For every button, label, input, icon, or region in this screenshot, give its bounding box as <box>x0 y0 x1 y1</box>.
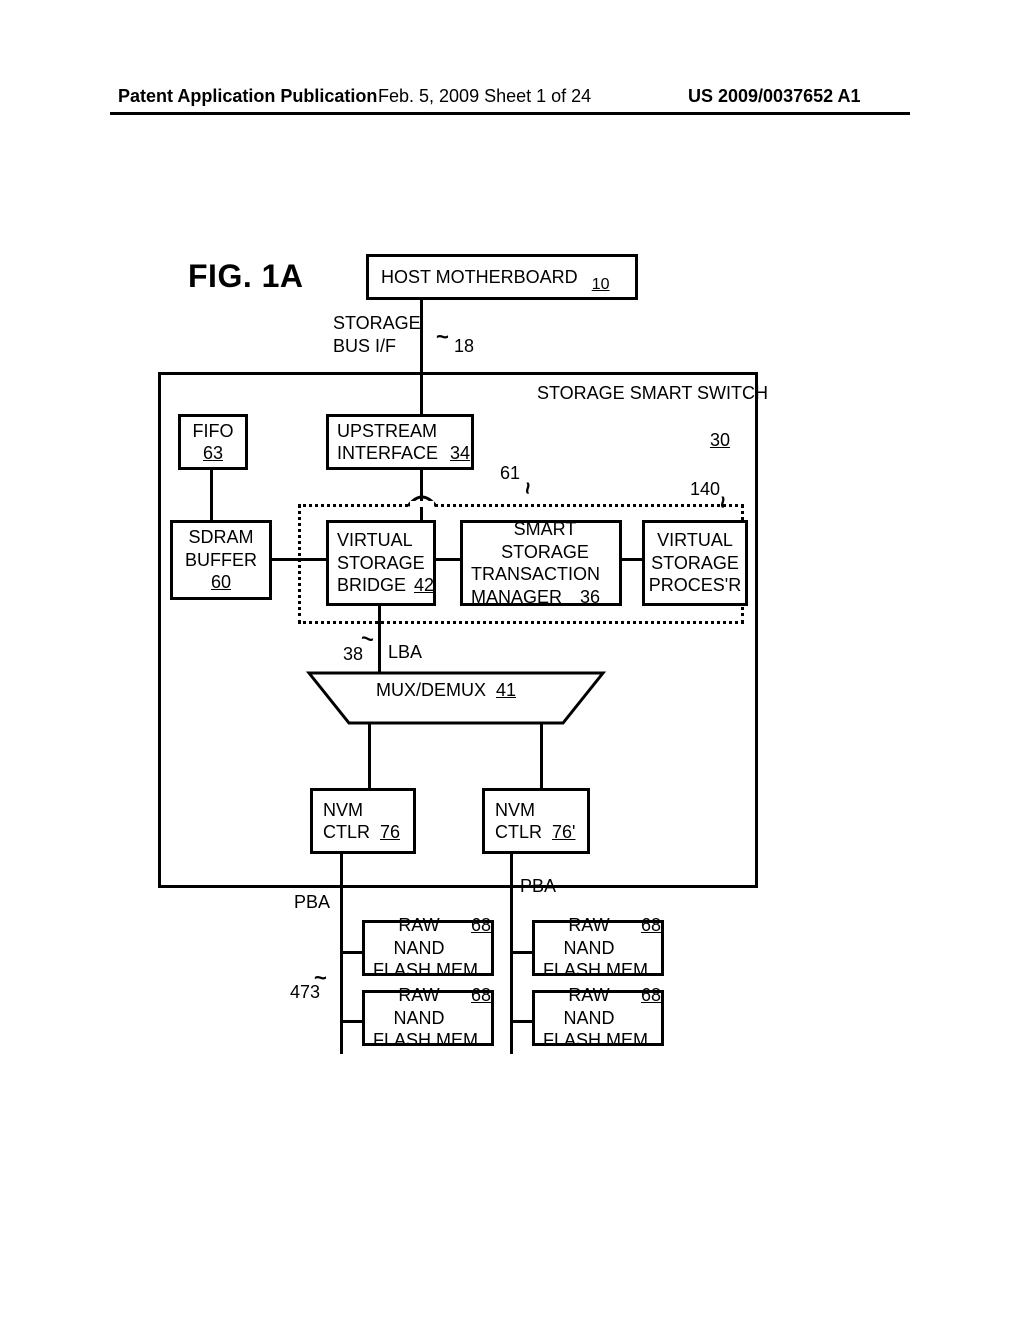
ref-473: 473 <box>290 982 320 1003</box>
header-rule <box>110 112 910 115</box>
raw-nand-1a-box: RAW NAND 68 FLASH MEM <box>362 920 494 976</box>
vsb-l2: STORAGE <box>337 552 425 575</box>
sstm-ref: 36 <box>580 586 600 609</box>
conn-b2a <box>510 951 532 954</box>
page-root: Patent Application Publication Feb. 5, 2… <box>0 0 1024 1320</box>
nvm2-l2: CTLR <box>495 821 542 844</box>
storage-bus-l1: STORAGE <box>333 313 421 334</box>
vsb-l1: VIRTUAL <box>337 529 413 552</box>
nvm1-l2: CTLR <box>323 821 370 844</box>
raw-nand-2b-box: RAW NAND 68 FLASH MEM <box>532 990 664 1046</box>
vsb-ref: 42 <box>414 574 434 597</box>
sstm-l3: MANAGER <box>471 586 562 609</box>
host-ref: 10 <box>592 275 610 295</box>
nvm2-ref: 76' <box>552 821 575 844</box>
header-left: Patent Application Publication <box>118 86 377 107</box>
sdram-l1: SDRAM <box>188 526 253 549</box>
host-title: HOST MOTHERBOARD <box>381 266 578 289</box>
conn-mux-nvm2 <box>540 722 543 788</box>
virtual-storage-bridge-box: VIRTUAL STORAGE BRIDGE 42 <box>326 520 436 606</box>
nvm1-ref: 76 <box>380 821 400 844</box>
bus-ref: 18 <box>454 336 474 357</box>
lba-label: LBA <box>388 642 422 663</box>
conn-upstream-into-vsb <box>420 508 423 520</box>
conn-vsb-sstm <box>436 558 460 561</box>
tilde-61: ~ <box>514 482 540 495</box>
fifo-title: FIFO <box>193 420 234 443</box>
conn-b1a <box>340 951 362 954</box>
sdram-l2: BUFFER <box>185 549 257 572</box>
sdram-ref: 60 <box>211 571 231 594</box>
vsp-l1: VIRTUAL <box>657 529 733 552</box>
storage-bus-l2: BUS I/F <box>333 336 396 357</box>
upstream-ref: 34 <box>450 442 470 465</box>
upstream-l2: INTERFACE <box>337 442 438 465</box>
vsb-l3: BRIDGE <box>337 574 406 597</box>
figure-label: FIG. 1A <box>188 258 304 295</box>
conn-sdram-vsb <box>272 558 326 561</box>
virtual-storage-processor-box: VIRTUAL STORAGE PROCES'R <box>642 520 748 606</box>
conn-nvm2-down <box>510 854 513 1054</box>
raw-nand-1b-box: RAW NAND 68 FLASH MEM <box>362 990 494 1046</box>
conn-b1b <box>340 1020 362 1023</box>
sstm-l2: TRANSACTION <box>471 563 600 586</box>
fifo-ref: 63 <box>203 442 223 465</box>
host-motherboard-box: HOST MOTHERBOARD 10 <box>366 254 638 300</box>
mux-title: MUX/DEMUX 41 <box>376 680 516 701</box>
header-right: US 2009/0037652 A1 <box>688 86 860 107</box>
nvm-ctlr-1-box: NVM CTLR 76 <box>310 788 416 854</box>
upstream-l1: UPSTREAM <box>337 420 437 443</box>
switch-title: STORAGE SMART SWITCH <box>537 383 768 404</box>
sstm-l1: SMART STORAGE <box>471 518 619 563</box>
conn-nvm1-down <box>340 854 343 1054</box>
vsp-l2: STORAGE <box>651 552 739 575</box>
header-middle: Feb. 5, 2009 Sheet 1 of 24 <box>378 86 591 107</box>
switch-ref: 30 <box>710 430 730 451</box>
smart-storage-transaction-manager-box: SMART STORAGE TRANSACTION MANAGER 36 <box>460 520 622 606</box>
nvm2-l1: NVM <box>495 799 535 822</box>
hop-mask <box>410 501 434 507</box>
sdram-buffer-box: SDRAM BUFFER 60 <box>170 520 272 600</box>
pba-label-2: PBA <box>520 876 556 897</box>
vsp-l3: PROCES'R <box>649 574 741 597</box>
tilde-18: ~ <box>436 324 449 350</box>
conn-mux-nvm1 <box>368 722 371 788</box>
conn-sstm-vsp <box>622 558 642 561</box>
fifo-box: FIFO 63 <box>178 414 248 470</box>
conn-b2b <box>510 1020 532 1023</box>
conn-vsb-down <box>378 606 381 674</box>
ref-38: 38 <box>343 644 363 665</box>
upstream-interface-box: UPSTREAM INTERFACE 34 <box>326 414 474 470</box>
conn-fifo-sdram <box>210 470 213 520</box>
nvm1-l1: NVM <box>323 799 363 822</box>
raw-nand-2a-box: RAW NAND 68 FLASH MEM <box>532 920 664 976</box>
pba-label-1: PBA <box>294 892 330 913</box>
nvm-ctlr-2-box: NVM CTLR 76' <box>482 788 590 854</box>
